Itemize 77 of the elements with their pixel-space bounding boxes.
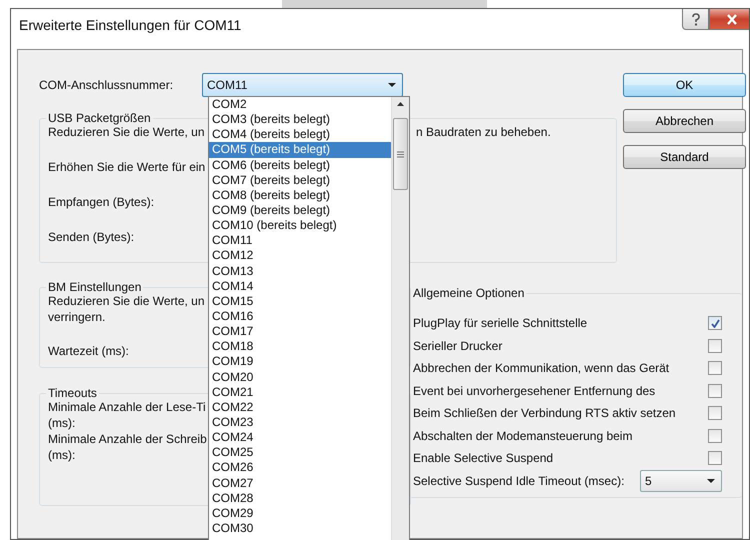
checkbox[interactable]: [708, 338, 722, 353]
caret-icon: [388, 83, 396, 87]
list-item[interactable]: COM7 (bereits belegt): [209, 172, 391, 188]
list-item[interactable]: COM26: [209, 460, 391, 476]
checkbox[interactable]: [708, 316, 722, 330]
list-item[interactable]: COM14: [209, 278, 391, 294]
option-label: PlugPlay für serielle Schnittstelle: [413, 316, 588, 330]
list-item[interactable]: COM3 (bereits belegt): [209, 112, 391, 128]
list-item[interactable]: COM5 (bereits belegt): [209, 142, 391, 158]
list-item[interactable]: COM25: [209, 445, 391, 460]
list-item[interactable]: COM30: [209, 520, 391, 536]
scrollbar[interactable]: [391, 97, 409, 540]
list-item[interactable]: COM16: [209, 308, 391, 324]
help-icon: [690, 12, 700, 26]
list-item[interactable]: COM27: [209, 476, 391, 491]
list-item[interactable]: COM4 (bereits belegt): [209, 127, 391, 142]
window-title: Erweiterte Einstellungen für COM11: [19, 17, 242, 33]
label-text: (ms):: [48, 416, 76, 430]
label-text: Erhöhen Sie die Werte für ein: [48, 160, 206, 174]
label-text: Reduzieren Sie die Werte, un: [48, 294, 205, 308]
label-text: Minimale Anzahle der Schreib: [48, 432, 207, 446]
label-text: (ms):: [48, 448, 76, 462]
dialog-button[interactable]: Abbrechen: [623, 109, 746, 133]
checkbox[interactable]: [708, 428, 722, 443]
list-item[interactable]: COM22: [209, 400, 391, 415]
option-label: Abbrechen der Kommunikation, wenn das Gerät: [413, 361, 670, 376]
caret-icon: [707, 478, 715, 483]
close-button[interactable]: [709, 9, 749, 30]
port-label: COM-Anschlussnummer:: [39, 78, 174, 92]
option-label: Selective Suspend Idle Timeout (msec):: [413, 474, 624, 488]
close-icon: [726, 14, 738, 24]
label-text: Reduzieren Sie die Werte, un: [48, 125, 205, 139]
list-item[interactable]: COM17: [209, 324, 391, 340]
checkbox[interactable]: [708, 384, 722, 398]
option-label: Event bei unvorhergesehener Entfernung des: [413, 384, 656, 398]
dialog-button[interactable]: OK: [623, 73, 746, 97]
list-item[interactable]: COM20: [209, 370, 391, 385]
list-item[interactable]: COM11: [209, 233, 391, 248]
list-item[interactable]: COM8 (bereits belegt): [209, 188, 391, 203]
list-item[interactable]: COM19: [209, 354, 391, 370]
list-item[interactable]: COM13: [209, 264, 391, 279]
grip-icon: [397, 150, 404, 158]
checkbox[interactable]: [708, 451, 722, 466]
help-button[interactable]: [682, 9, 709, 30]
list-item[interactable]: COM15: [209, 294, 391, 309]
timeout-dropdown[interactable]: 5: [640, 470, 722, 492]
checkbox[interactable]: [708, 361, 722, 376]
label-text: Empfangen (Bytes):: [48, 195, 154, 209]
label-text: Senden (Bytes):: [48, 230, 134, 244]
list-item[interactable]: COM9 (bereits belegt): [209, 202, 391, 218]
list-item[interactable]: COM6 (bereits belegt): [209, 158, 391, 173]
group-title: BM Einstellungen: [47, 280, 142, 294]
list-item[interactable]: COM10 (bereits belegt): [209, 218, 391, 234]
group-title: Allgemeine Optionen: [412, 286, 526, 300]
group-title: Timeouts: [47, 386, 98, 400]
label-text: Minimale Anzahle der Lese-Ti: [48, 400, 206, 414]
label-text: Wartezeit (ms):: [48, 344, 129, 358]
option-label: Abschalten der Modemansteuerung beim: [413, 428, 632, 443]
group-title: USB Packetgrößen: [47, 111, 152, 125]
list-item[interactable]: COM21: [209, 384, 391, 400]
list-item[interactable]: COM2: [209, 97, 391, 112]
label-text: n Baudraten zu beheben.: [416, 125, 551, 139]
list-item[interactable]: COM28: [209, 490, 391, 506]
list-item[interactable]: COM12: [209, 248, 391, 264]
list-item[interactable]: COM23: [209, 414, 391, 430]
list-item[interactable]: COM29: [209, 506, 391, 521]
dialog-button[interactable]: Standard: [623, 145, 746, 169]
option-label: Serieller Drucker: [413, 338, 502, 353]
checkbox[interactable]: [708, 406, 722, 420]
list-item[interactable]: COM24: [209, 430, 391, 446]
label-text: verringern.: [48, 310, 106, 324]
port-dropdown[interactable]: COM11: [202, 73, 403, 97]
option-label: Enable Selective Suspend: [413, 451, 554, 466]
option-label: Beim Schließen der Verbindung RTS aktiv setzen: [413, 406, 676, 420]
scroll-thumb[interactable]: [393, 118, 408, 190]
list-item[interactable]: COM18: [209, 339, 391, 354]
scroll-up-icon: [397, 102, 404, 106]
